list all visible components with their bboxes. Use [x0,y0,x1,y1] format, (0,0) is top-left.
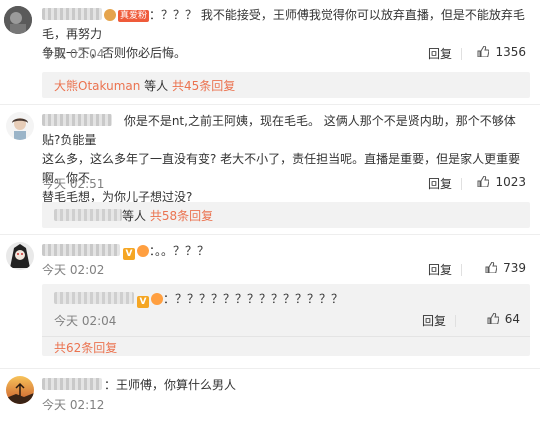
username-redacted[interactable] [42,114,112,126]
sub-reply-meta: 今天 02:04 回复 64 [54,312,520,332]
comment-text: ：王师傅，你算什么男人 [104,378,237,392]
sub-reply-text: ：？？？？？？？？？？？？？？ [163,292,344,306]
avatar[interactable] [6,376,34,404]
comment-text: 你是不是nt,之前王阿姨，现在毛毛。 这俩人那个不是贤内助，那个不够体贴?负能量 [42,114,516,147]
sub-reply-mid: 等人 [140,79,172,93]
avatar[interactable] [6,112,34,140]
comment-meta: 今天 02:04 回复 1356 [42,45,526,65]
username-redacted[interactable] [42,8,102,20]
divider [0,104,540,105]
sub-reply-username[interactable]: 大熊Otakuman [54,79,140,93]
vip-badge-icon [137,245,149,257]
sub-reply-mid: 等人 [122,209,150,223]
view-all-replies-link[interactable]: 共58条回复 [150,209,213,223]
view-all-replies-link[interactable]: 共62条回复 [54,339,117,356]
reply-button[interactable]: 回复 [422,312,446,329]
divider [461,48,462,60]
username-redacted[interactable] [42,378,102,390]
username-redacted[interactable] [42,244,120,256]
divider [461,178,462,190]
divider [455,315,456,327]
sub-replies-summary[interactable]: 大熊Otakuman 等人 共45条回复 [42,72,530,98]
timestamp: 今天 02:04 [42,47,105,61]
verified-v-icon: V [137,296,149,308]
divider [0,368,540,369]
thumbs-up-icon [477,176,490,187]
fan-badge-icon [104,9,116,21]
comment-meta: 今天 02:02 回复 739 [42,261,526,281]
like-count: 739 [503,261,526,275]
like-button[interactable]: 739 [485,261,526,275]
comment-body: V ：。。？？？ [42,242,530,261]
thumbs-up-icon [485,262,498,273]
fan-badge: 真爱粉 [118,10,150,22]
comment-body: ：王师傅，你算什么男人 [42,376,530,395]
divider [461,264,462,276]
avatar[interactable] [4,6,32,34]
timestamp: 今天 02:02 [42,263,105,277]
sub-reply-username-redacted[interactable] [54,292,134,304]
sub-reply-username-redacted[interactable] [54,209,122,221]
comment-meta: 今天 02:12 [42,396,526,416]
comment-text: ：。。？？？ [149,244,210,258]
thumbs-up-icon [487,313,499,324]
vip-badge-icon [151,293,163,305]
like-button[interactable]: 1356 [477,45,526,59]
comment-meta: 今天 02:51 回复 1023 [42,175,526,195]
sub-replies-summary[interactable]: 等人 共58条回复 [42,202,530,228]
timestamp: 今天 02:12 [42,398,105,412]
verified-v-icon: V [123,248,135,260]
like-button[interactable]: 1023 [477,175,526,189]
avatar[interactable] [6,242,34,270]
divider [42,336,530,337]
thumbs-up-icon [477,46,490,57]
reply-button[interactable]: 回复 [428,261,452,278]
sub-reply: V ：？？？？？？？？？？？？？？ [54,290,343,309]
like-button[interactable]: 64 [487,312,520,326]
reply-button[interactable]: 回复 [428,175,452,192]
like-count: 1023 [495,175,526,189]
timestamp: 今天 02:51 [42,177,105,191]
reply-button[interactable]: 回复 [428,45,452,62]
divider [0,234,540,235]
like-count: 1356 [495,45,526,59]
timestamp: 今天 02:04 [54,314,117,328]
like-count: 64 [504,312,520,326]
sub-reply-box: V ：？？？？？？？？？？？？？？ 今天 02:04 回复 64 共62条回复 [42,284,530,356]
view-all-replies-link[interactable]: 共45条回复 [172,79,235,93]
